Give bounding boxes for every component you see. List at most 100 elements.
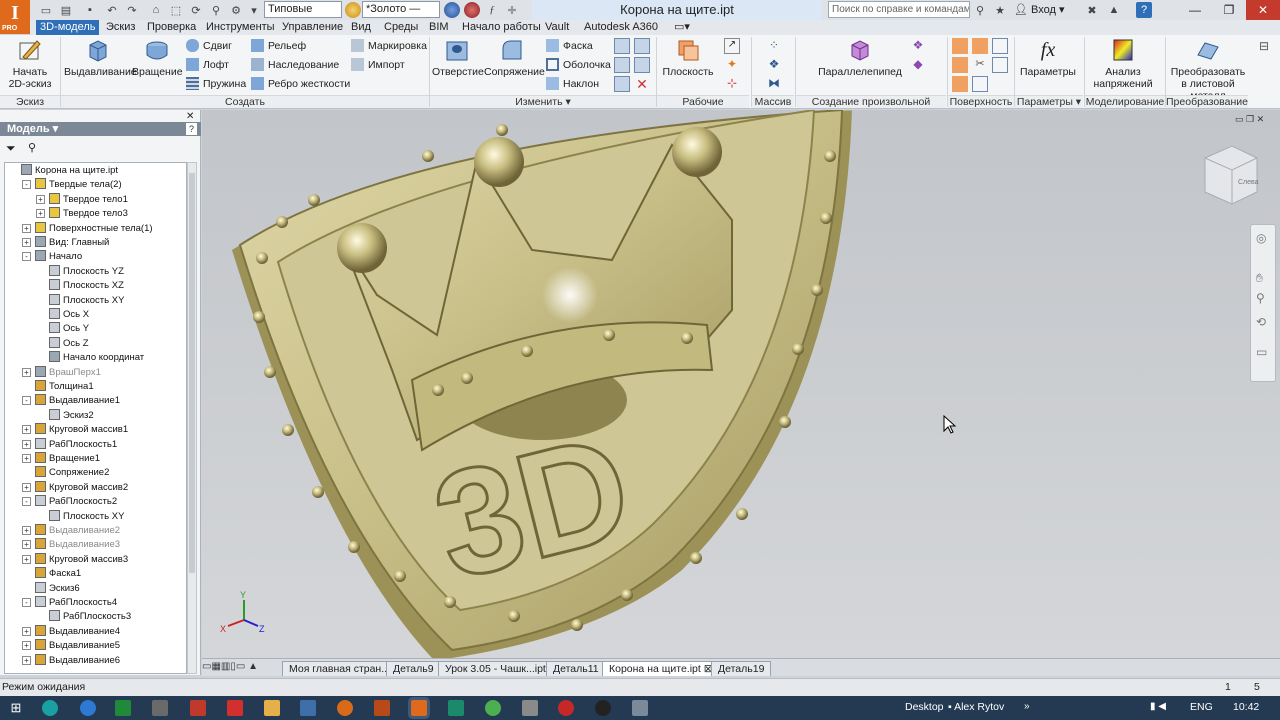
tree-expander[interactable]: - <box>22 598 31 607</box>
tree-node[interactable]: Эскиз2 <box>49 408 94 423</box>
taskbar-app-12-icon[interactable] <box>632 700 648 716</box>
taskbar-app-11-icon[interactable] <box>595 700 611 716</box>
tree-expander[interactable]: + <box>22 540 31 550</box>
graphics-viewport[interactable]: 3D Y X Z Слева ▭ ❐ ✕ ◎ ✋︎ ⚲ ⟲ ▭ <box>202 108 1280 658</box>
plane-button[interactable]: Плоскость <box>660 37 716 78</box>
work-point-icon[interactable]: ✦ <box>724 57 740 73</box>
shell-button[interactable]: Оболочка <box>546 57 611 73</box>
new-file-icon[interactable]: ▭ <box>38 2 54 18</box>
taskbar-app-4-icon[interactable] <box>190 700 206 716</box>
tree-node[interactable]: Выдавливание5 <box>35 639 120 653</box>
browser-help-icon[interactable]: ? <box>186 123 197 135</box>
tree-expander[interactable]: + <box>22 454 31 463</box>
tree-node[interactable]: РабПлоскость4 <box>35 596 117 610</box>
tree-node[interactable]: Выдавливание2 <box>35 524 120 538</box>
find-icon[interactable]: ⚲ <box>28 141 36 154</box>
exchange-icon[interactable]: ✖ <box>1084 2 1100 18</box>
appearance-icon[interactable] <box>444 2 460 18</box>
doc-tab-crown-shield[interactable]: Корона на щите.ipt ⊠ <box>602 661 720 676</box>
explorer-icon[interactable] <box>264 700 280 716</box>
hole-button[interactable]: Отверстие <box>432 37 484 78</box>
sweep-button[interactable]: Сдвиг <box>186 38 232 54</box>
tab-environments[interactable]: Среды <box>384 20 418 35</box>
tab-3d-model[interactable]: 3D-модель <box>36 20 100 35</box>
stress-analysis-button[interactable]: Анализ напряжений <box>1090 37 1156 90</box>
import-button[interactable]: Импорт <box>351 57 405 73</box>
tree-node[interactable]: Плоскость XY <box>49 293 124 308</box>
tree-expander[interactable]: + <box>22 223 31 233</box>
tree-expander[interactable]: + <box>36 194 45 204</box>
taskbar-app-9-icon[interactable] <box>522 700 538 716</box>
save-icon[interactable]: ▪ <box>82 2 98 18</box>
taskbar-app-8-icon[interactable] <box>448 700 464 716</box>
tab-view[interactable]: Вид <box>351 20 371 35</box>
tree-node[interactable]: Плоскость XZ <box>49 279 124 293</box>
tree-expander[interactable]: + <box>36 209 45 219</box>
taskbar-app-3-icon[interactable] <box>152 700 168 716</box>
inventor-icon-2[interactable] <box>411 700 427 716</box>
undo-icon[interactable]: ↶ <box>104 2 120 18</box>
mirror-icon[interactable]: ⧓ <box>766 76 782 92</box>
taskbar-app-2-icon[interactable] <box>115 700 131 716</box>
binoculars-icon[interactable]: ⚲ <box>972 2 988 18</box>
tree-node[interactable]: Сопряжение2 <box>35 466 109 480</box>
ruled-surface-icon[interactable] <box>992 57 1008 73</box>
sign-in-button[interactable]: 👤︎ Вход ▾ <box>1014 3 1065 16</box>
tree-node[interactable]: Твердое тело3 <box>49 207 128 221</box>
freeform-box-button[interactable]: Параллелепипед <box>812 37 908 78</box>
viewport-restore-icons[interactable]: ▭ ❐ ✕ <box>1235 114 1264 125</box>
tree-node[interactable]: Плоскость XY <box>49 509 124 524</box>
tree-node[interactable]: Толщина1 <box>35 380 94 394</box>
favorites-star-icon[interactable]: ★ <box>992 2 1008 18</box>
update-icon[interactable]: ⟳ <box>188 2 204 18</box>
tab-get-started[interactable]: Начало работы <box>462 20 541 35</box>
tree-node[interactable]: Ось Y <box>49 322 89 336</box>
direct-edit-icon[interactable] <box>634 57 650 73</box>
tree-node[interactable]: Выдавливание4 <box>35 624 120 639</box>
stitch-icon[interactable] <box>952 38 968 54</box>
tree-expander[interactable]: - <box>22 396 31 406</box>
tree-expander[interactable]: - <box>22 252 31 262</box>
tree-node[interactable]: Плоскость YZ <box>49 264 124 279</box>
tree-node[interactable]: Фаска1 <box>35 567 81 581</box>
coil-button[interactable]: Пружина <box>186 76 246 92</box>
help-icon[interactable]: ? <box>1136 2 1152 18</box>
rectangular-pattern-icon[interactable]: ⁘ <box>766 38 782 54</box>
tree-node[interactable]: Выдавливание6 <box>35 653 120 668</box>
tree-expander[interactable]: + <box>22 641 31 651</box>
filter-icon[interactable]: ⏷ <box>6 141 16 156</box>
tree-expander[interactable]: + <box>22 626 31 636</box>
restore-button[interactable]: ❐ <box>1212 0 1246 20</box>
mark-button[interactable]: Маркировка <box>351 38 427 54</box>
extend-icon[interactable]: ✂ <box>972 57 988 73</box>
work-axis-icon[interactable]: ↗ <box>724 38 740 54</box>
tree-node[interactable]: Выдавливание3 <box>35 538 120 552</box>
tree-node[interactable]: Поверхностные тела(1) <box>35 221 153 236</box>
tree-expander[interactable]: + <box>22 655 31 665</box>
close-button[interactable]: ✕ <box>1246 0 1280 20</box>
boundary-patch-icon[interactable] <box>952 76 968 92</box>
extrude-button[interactable]: Выдавливание <box>64 37 137 78</box>
tab-bim[interactable]: BIM <box>429 20 449 35</box>
language-indicator[interactable]: ENG <box>1190 701 1213 713</box>
tree-node[interactable]: РабПлоскость2 <box>35 495 117 509</box>
fx-icon[interactable]: ƒ <box>484 2 500 18</box>
tree-node[interactable]: Начало координат <box>49 351 144 365</box>
tree-node[interactable]: Корона на щите.ipt <box>21 164 118 178</box>
help-search-input[interactable]: Поиск по справке и командам... <box>828 1 970 18</box>
appearance-override-combo[interactable]: Типовые <box>264 1 342 18</box>
delete-face-icon[interactable]: ✕ <box>634 76 650 92</box>
select-icon[interactable]: ⬚ <box>168 2 184 18</box>
tree-expander[interactable]: - <box>22 497 31 507</box>
freeform-face-icon[interactable]: ◆ <box>910 57 926 73</box>
look-at-icon[interactable]: ▭ <box>1256 345 1267 359</box>
tray-icons[interactable]: » <box>1024 701 1030 712</box>
tree-node[interactable]: Вид: Главный <box>35 236 109 250</box>
taskbar-app-1-icon[interactable] <box>42 700 58 716</box>
doc-tab-lesson305[interactable]: Урок 3.05 - Чашк...ipt <box>438 661 553 676</box>
tree-expander[interactable]: + <box>22 425 31 435</box>
sculpt-icon[interactable] <box>972 38 988 54</box>
tree-node[interactable]: Выдавливание1 <box>35 394 120 408</box>
tree-expander[interactable]: + <box>22 238 31 247</box>
orbit-icon[interactable]: ⟲ <box>1256 315 1266 329</box>
